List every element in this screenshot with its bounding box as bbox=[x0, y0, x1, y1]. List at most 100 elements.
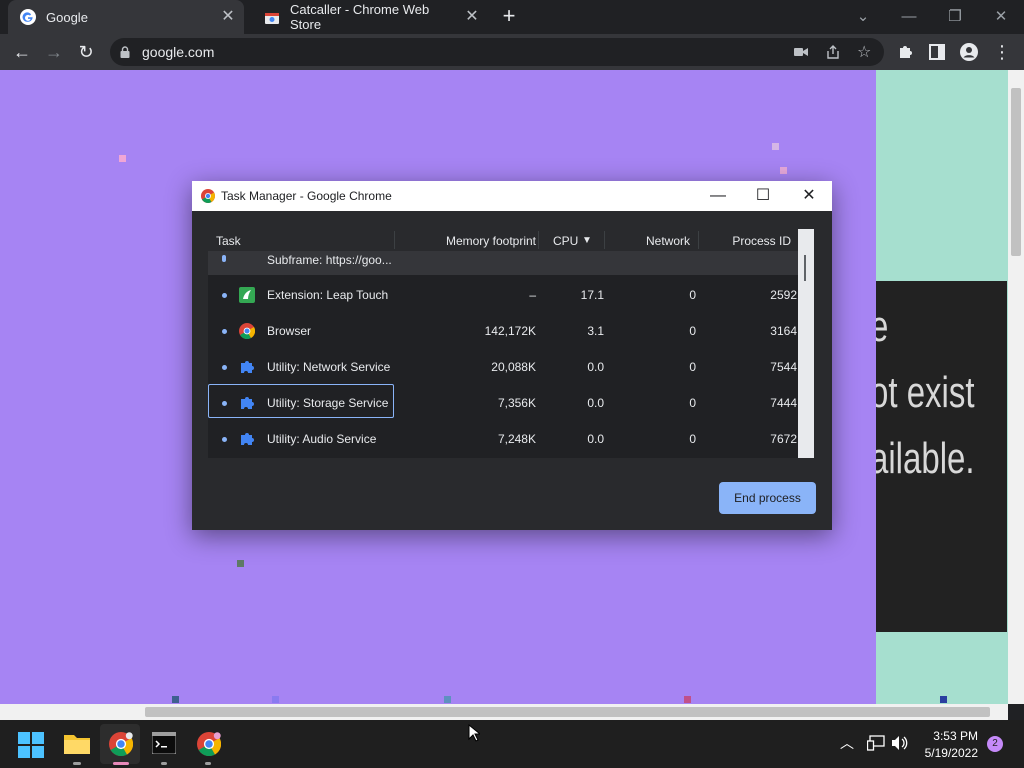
chevron-up-icon[interactable]: ︿ bbox=[840, 733, 854, 753]
active-indicator bbox=[113, 762, 129, 765]
tab-google[interactable]: Google ✕ bbox=[8, 0, 244, 34]
address-bar[interactable]: google.com ☆ bbox=[110, 38, 884, 66]
error-text-line: ailable. bbox=[876, 434, 975, 483]
task-name: Browser bbox=[267, 324, 312, 338]
side-panel-icon[interactable] bbox=[929, 44, 945, 60]
network-value: 0 bbox=[689, 288, 696, 302]
column-header-network[interactable]: Network bbox=[618, 234, 690, 248]
pid-value: 7544 bbox=[770, 360, 797, 374]
page-horizontal-scroll-thumb[interactable] bbox=[145, 707, 990, 717]
cpu-value: 17.1 bbox=[580, 288, 604, 302]
url-text: google.com bbox=[142, 44, 215, 60]
memory-value: – bbox=[529, 288, 536, 302]
leap-touch-extension-icon bbox=[239, 287, 255, 303]
status-dot-icon bbox=[222, 329, 227, 334]
decorative-dot bbox=[237, 560, 244, 567]
network-icon[interactable] bbox=[867, 735, 885, 751]
table-row[interactable]: Subframe: https://goo... bbox=[208, 251, 798, 275]
pid-value: 2592 bbox=[770, 288, 797, 302]
tab-search-icon[interactable]: ⌄ bbox=[840, 0, 886, 34]
column-divider bbox=[604, 231, 605, 249]
task-name: Extension: Leap Touch bbox=[267, 288, 389, 302]
utility-puzzle-icon bbox=[241, 361, 254, 373]
error-text-line: ot exist bbox=[876, 368, 975, 417]
camera-icon[interactable] bbox=[794, 46, 808, 58]
task-manager-window: Task Manager - Google Chrome — ☐ ✕ Task … bbox=[192, 181, 832, 530]
end-process-button[interactable]: End process bbox=[719, 482, 816, 514]
network-value: 0 bbox=[689, 396, 696, 410]
terminal-icon[interactable] bbox=[152, 732, 176, 754]
browser-toolbar: ← → ↻ google.com ☆ ⋮ bbox=[0, 34, 1024, 70]
chrome-profile-icon[interactable] bbox=[197, 732, 221, 756]
clock-time[interactable]: 3:53 PM bbox=[930, 729, 978, 743]
decorative-dot bbox=[780, 167, 787, 174]
table-row[interactable]: Extension: Leap Touch – 17.1 0 2592 bbox=[208, 277, 798, 313]
mouse-cursor-icon bbox=[468, 724, 480, 742]
table-row[interactable]: Utility: Audio Service 7,248K 0.0 0 7672 bbox=[208, 421, 798, 457]
notification-badge[interactable]: 2 bbox=[987, 736, 1003, 752]
tab-title: Catcaller - Chrome Web Store bbox=[290, 2, 430, 32]
decorative-dot bbox=[772, 143, 779, 150]
close-icon[interactable]: ✕ bbox=[786, 181, 832, 211]
column-header-task[interactable]: Task bbox=[216, 234, 241, 248]
table-row[interactable]: Utility: Network Service 20,088K 0.0 0 7… bbox=[208, 349, 798, 385]
extensions-puzzle-icon[interactable] bbox=[897, 43, 915, 61]
task-manager-titlebar[interactable]: Task Manager - Google Chrome — ☐ ✕ bbox=[192, 181, 832, 211]
tab-title: Google bbox=[46, 9, 88, 25]
new-tab-button[interactable]: + bbox=[496, 5, 522, 29]
chrome-logo-icon bbox=[239, 323, 255, 339]
memory-value: 7,356K bbox=[497, 396, 536, 410]
cpu-value: 0.0 bbox=[587, 432, 604, 446]
process-table: Task Memory footprint CPU ▼ Network Proc… bbox=[208, 229, 814, 458]
cpu-value: 0.0 bbox=[587, 360, 604, 374]
restore-icon[interactable]: ❐ bbox=[932, 0, 978, 34]
lock-icon[interactable] bbox=[120, 46, 130, 58]
maximize-icon[interactable]: ☐ bbox=[740, 181, 786, 211]
menu-kebab-icon[interactable]: ⋮ bbox=[990, 40, 1014, 64]
error-text-line: e bbox=[876, 295, 888, 359]
selection-focus-ring bbox=[208, 384, 394, 418]
windows-start-icon[interactable] bbox=[18, 732, 44, 758]
minimize-icon[interactable]: — bbox=[886, 0, 932, 34]
profile-avatar-icon[interactable] bbox=[960, 43, 978, 61]
file-explorer-icon[interactable] bbox=[64, 732, 90, 756]
chrome-profile-icon[interactable] bbox=[109, 732, 133, 756]
decorative-dot bbox=[119, 155, 126, 162]
forward-icon[interactable]: → bbox=[42, 40, 66, 64]
task-name: Utility: Network Service bbox=[267, 360, 391, 374]
column-divider bbox=[538, 231, 539, 249]
network-value: 0 bbox=[689, 432, 696, 446]
table-scroll-thumb[interactable] bbox=[804, 255, 806, 281]
utility-puzzle-icon bbox=[241, 433, 254, 445]
table-row[interactable]: Browser 142,172K 3.1 0 3164 bbox=[208, 313, 798, 349]
column-header-pid[interactable]: Process ID bbox=[708, 234, 791, 248]
reload-icon[interactable]: ↻ bbox=[74, 40, 98, 64]
share-icon[interactable] bbox=[826, 45, 840, 59]
status-dot-icon bbox=[222, 365, 227, 370]
volume-icon[interactable] bbox=[891, 735, 909, 751]
tab-catcaller[interactable]: Catcaller - Chrome Web Store ✕ bbox=[252, 0, 488, 34]
close-tab-icon[interactable]: ✕ bbox=[460, 5, 484, 29]
bookmark-star-icon[interactable]: ☆ bbox=[857, 42, 871, 62]
column-header-cpu[interactable]: CPU bbox=[553, 234, 578, 248]
running-indicator bbox=[161, 762, 167, 765]
task-name: Utility: Audio Service bbox=[267, 432, 377, 446]
memory-value: 142,172K bbox=[484, 324, 536, 338]
network-value: 0 bbox=[689, 324, 696, 338]
pid-value: 7672 bbox=[770, 432, 797, 446]
task-name: Subframe: https://goo... bbox=[267, 253, 392, 267]
back-icon[interactable]: ← bbox=[10, 40, 34, 64]
minimize-icon[interactable]: — bbox=[695, 181, 741, 211]
web-store-favicon-icon bbox=[265, 13, 279, 24]
tab-strip: Google ✕ Catcaller - Chrome Web Store ✕ … bbox=[0, 0, 1024, 34]
decorative-dot bbox=[940, 696, 947, 703]
table-vertical-scrollbar[interactable] bbox=[798, 229, 814, 458]
memory-value: 20,088K bbox=[491, 360, 536, 374]
status-dot-icon bbox=[222, 437, 227, 442]
close-window-icon[interactable]: ✕ bbox=[978, 0, 1024, 34]
column-header-memory[interactable]: Memory footprint bbox=[408, 234, 536, 248]
page-vertical-scroll-thumb[interactable] bbox=[1011, 88, 1021, 256]
clock-date[interactable]: 5/19/2022 bbox=[920, 746, 978, 760]
table-header: Task Memory footprint CPU ▼ Network Proc… bbox=[208, 229, 798, 251]
close-tab-icon[interactable]: ✕ bbox=[216, 5, 240, 29]
